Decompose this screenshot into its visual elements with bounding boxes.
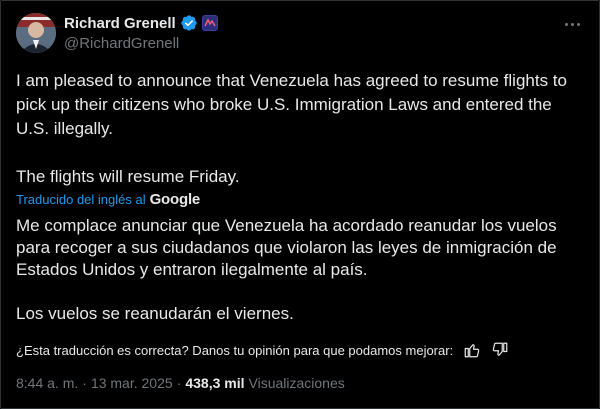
affiliation-badge-icon[interactable]	[201, 15, 218, 31]
avatar[interactable]	[16, 13, 56, 53]
thumbs-down-icon[interactable]	[491, 341, 509, 359]
more-options-icon[interactable]	[562, 14, 582, 34]
views-count: 438,3 mil	[185, 375, 245, 391]
tweet-date[interactable]: 13 mar. 2025	[91, 375, 173, 391]
meta-separator: ·	[82, 375, 87, 391]
translation-feedback: ¿Esta traducción es correcta? Danos tu o…	[16, 341, 509, 359]
translation-paragraph: Me complace anunciar que Venezuela ha ac…	[16, 216, 557, 279]
translation-text: Me complace anunciar que Venezuela ha ac…	[16, 215, 586, 347]
author-name-row: Richard Grenell	[64, 13, 218, 33]
translated-by-label[interactable]: Traducido del inglés al	[16, 192, 146, 207]
translation-paragraph: Los vuelos se reanudarán el viernes.	[16, 304, 294, 323]
tweet-time[interactable]: 8:44 a. m.	[16, 375, 78, 391]
tweet-paragraph: The flights will resume Friday.	[16, 167, 240, 186]
google-logo: Google	[149, 191, 201, 208]
translated-by: Traducido del inglés al Google	[16, 191, 200, 208]
meta-separator: ·	[176, 375, 182, 391]
views-label[interactable]: Visualizaciones	[249, 375, 345, 391]
feedback-prompt: ¿Esta traducción es correcta? Danos tu o…	[16, 342, 454, 358]
tweet-paragraph: I am pleased to announce that Venezuela …	[16, 71, 567, 138]
avatar-photo	[16, 13, 56, 53]
thumbs-up-icon[interactable]	[463, 341, 481, 359]
tweet-meta: 8:44 a. m. · 13 mar. 2025 · 438,3 mil Vi…	[16, 375, 345, 391]
author-name[interactable]: Richard Grenell	[64, 15, 176, 32]
verified-badge-icon[interactable]	[180, 14, 198, 32]
author-handle[interactable]: @RichardGrenell	[64, 35, 179, 52]
